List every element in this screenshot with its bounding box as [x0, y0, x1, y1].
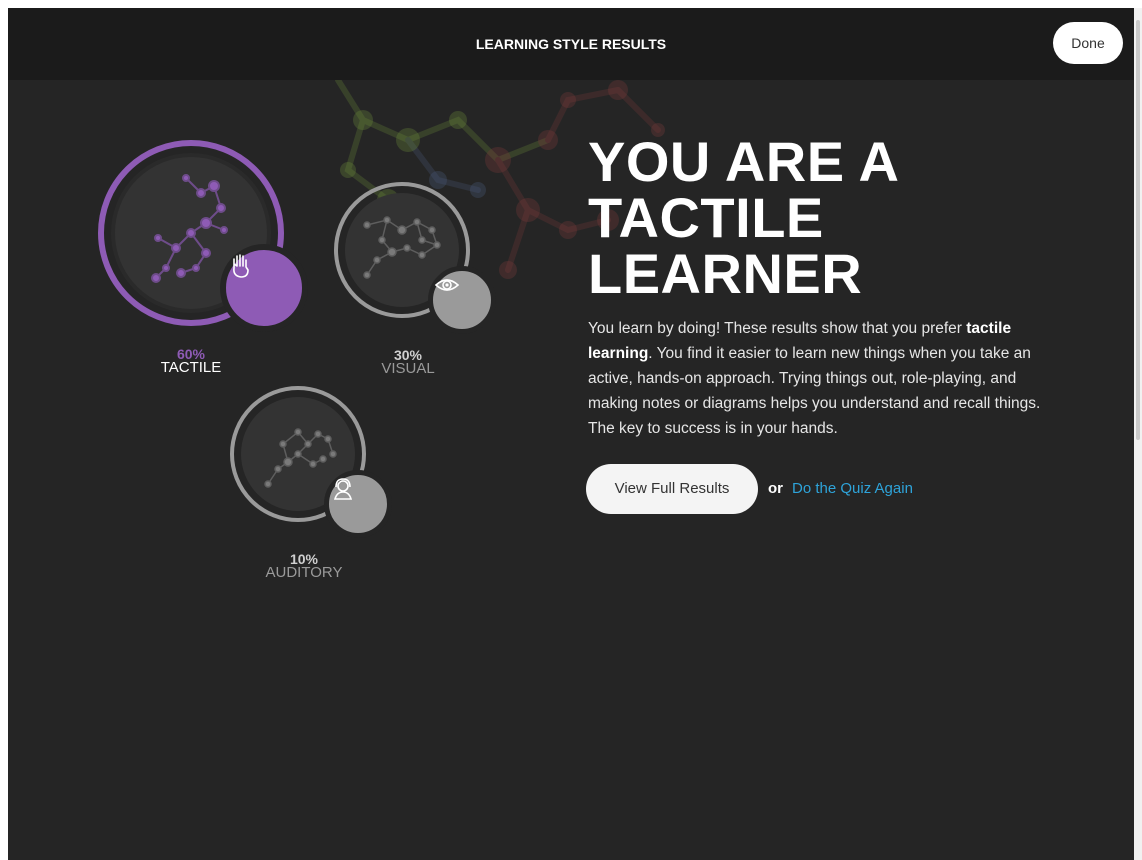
or-separator: or — [768, 480, 783, 497]
tactile-stat: 60% TACTILE — [141, 347, 241, 375]
eye-icon — [434, 279, 460, 291]
result-description: You learn by doing! These results show t… — [588, 316, 1068, 441]
view-full-results-button[interactable]: View Full Results — [586, 464, 758, 514]
result-heading: YOU ARE A TACTILE LEARNER — [588, 134, 1028, 302]
tactile-badge — [220, 244, 308, 332]
auditory-label: AUDITORY — [265, 564, 343, 581]
do-quiz-again-link[interactable]: Do the Quiz Again — [792, 480, 913, 497]
tactile-result-circle — [96, 138, 308, 332]
visual-label: VISUAL — [381, 360, 435, 377]
result-heading-line-1: YOU ARE A — [588, 130, 900, 193]
result-heading-line-3: LEARNER — [588, 242, 863, 305]
results-page: LEARNING STYLE RESULTS Done 60% TACTILE … — [8, 8, 1134, 860]
description-body: . You find it easier to learn new things… — [588, 345, 1041, 437]
result-heading-line-2: TACTILE — [588, 186, 824, 249]
auditory-badge — [324, 470, 392, 538]
description-intro: You learn by doing! These results show t… — [588, 320, 967, 337]
page-scrollbar[interactable] — [1134, 8, 1142, 860]
auditory-result-circle — [228, 384, 392, 538]
page-title: LEARNING STYLE RESULTS — [475, 36, 667, 52]
auditory-stat: 10% AUDITORY — [254, 552, 354, 580]
visual-badge — [428, 266, 496, 334]
tactile-label: TACTILE — [160, 359, 222, 376]
headphones-icon — [333, 478, 353, 500]
visual-result-circle — [332, 180, 496, 334]
hand-icon — [233, 254, 249, 278]
visual-stat: 30% VISUAL — [358, 348, 458, 376]
scrollbar-thumb[interactable] — [1136, 20, 1140, 440]
header-bar: LEARNING STYLE RESULTS Done — [8, 8, 1134, 80]
done-button[interactable]: Done — [1053, 22, 1123, 64]
